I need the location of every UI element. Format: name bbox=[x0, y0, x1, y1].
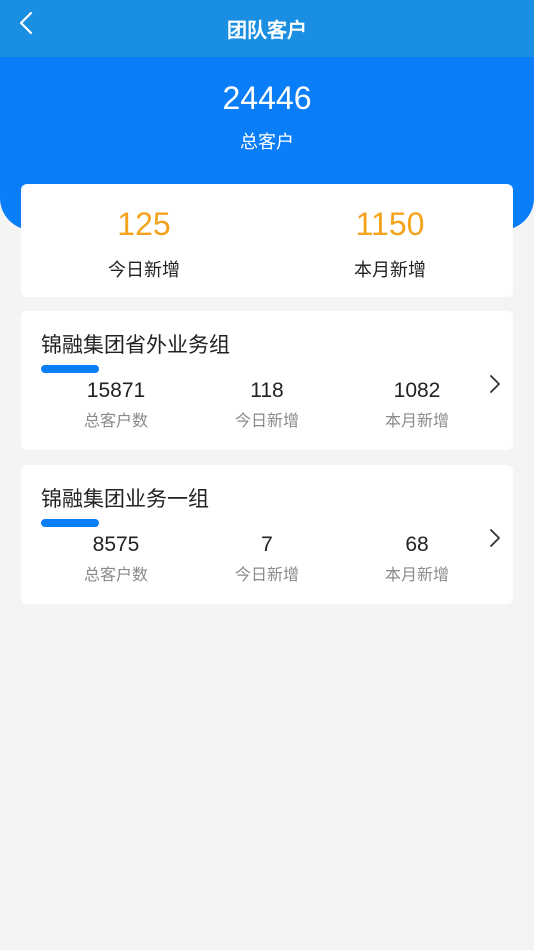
chevron-right-icon[interactable] bbox=[487, 373, 503, 395]
group-total-label: 总客户数 bbox=[83, 565, 148, 584]
total-customers-label: 总客户 bbox=[240, 132, 294, 153]
group-total-value: 15871 bbox=[86, 379, 146, 402]
group-today-stat: 7 今日新增 bbox=[192, 531, 342, 585]
group-name: 锦融集团业务一组 bbox=[41, 487, 209, 511]
group-name: 锦融集团省外业务组 bbox=[41, 333, 230, 357]
group-month-value: 68 bbox=[405, 533, 429, 556]
month-new-label: 本月新增 bbox=[354, 260, 426, 281]
group-month-value: 1082 bbox=[393, 379, 441, 402]
group-month-label: 本月新增 bbox=[384, 411, 449, 430]
month-new-value: 1150 bbox=[355, 206, 425, 242]
navbar: 团队客户 bbox=[0, 0, 534, 57]
group-total-label: 总客户数 bbox=[83, 411, 148, 430]
page-title: 团队客户 bbox=[227, 18, 307, 42]
group-today-stat: 118 今日新增 bbox=[192, 377, 342, 431]
group-month-stat: 68 本月新增 bbox=[342, 531, 492, 585]
summary-today: 125 今日新增 bbox=[21, 184, 267, 297]
group-month-label: 本月新增 bbox=[384, 565, 449, 584]
total-customers-value: 24446 bbox=[222, 80, 312, 116]
group-card[interactable]: 锦融集团省外业务组 15871 总客户数 118 今日新增 1082 本月新增 bbox=[21, 311, 513, 450]
group-card[interactable]: 锦融集团业务一组 8575 总客户数 7 今日新增 68 本月新增 bbox=[21, 465, 513, 604]
group-today-value: 7 bbox=[261, 533, 273, 556]
group-total-stat: 15871 总客户数 bbox=[41, 377, 191, 431]
group-total-value: 8575 bbox=[92, 533, 140, 556]
group-today-value: 118 bbox=[250, 379, 284, 402]
group-month-stat: 1082 本月新增 bbox=[342, 377, 492, 431]
summary-card: 125 今日新增 1150 本月新增 bbox=[21, 184, 513, 297]
group-accent-bar bbox=[41, 365, 99, 373]
today-new-value: 125 bbox=[117, 206, 171, 242]
group-accent-bar bbox=[41, 519, 99, 527]
chevron-right-icon[interactable] bbox=[487, 527, 503, 549]
group-today-label: 今日新增 bbox=[234, 411, 299, 430]
today-new-label: 今日新增 bbox=[108, 260, 180, 281]
summary-month: 1150 本月新增 bbox=[267, 184, 513, 297]
group-today-label: 今日新增 bbox=[234, 565, 299, 584]
group-total-stat: 8575 总客户数 bbox=[41, 531, 191, 585]
